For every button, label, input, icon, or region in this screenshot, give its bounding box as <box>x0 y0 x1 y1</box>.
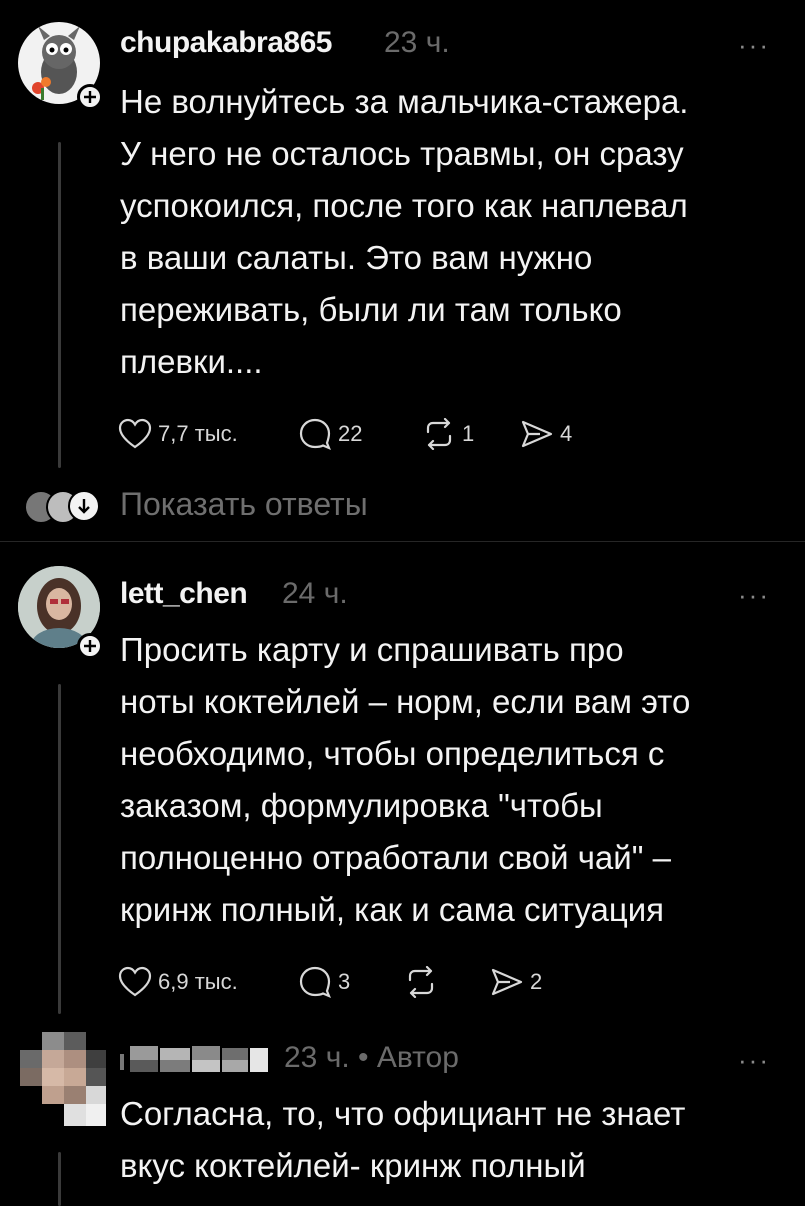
more-options-button[interactable]: ··· <box>738 30 770 61</box>
text-line: ноты коктейлей – норм, если вам это <box>120 683 691 720</box>
plus-icon <box>84 91 96 103</box>
comment-icon <box>299 966 331 998</box>
post-text: Не волнуйтесь за мальчика-стажера. У нег… <box>120 76 800 388</box>
share-count: 2 <box>530 969 543 994</box>
divider <box>0 541 805 542</box>
text-line: заказом, формулировка "чтобы <box>120 787 603 824</box>
comment-count: 22 <box>338 421 363 446</box>
comment-button[interactable]: 3 <box>298 966 404 998</box>
heart-icon <box>118 418 152 449</box>
thread-line <box>58 684 61 1014</box>
username[interactable]: lett_chen <box>120 577 248 611</box>
repost-count: 1 <box>462 421 475 446</box>
blurred-avatar-icon <box>20 1032 106 1126</box>
text-line: кринж полный, как и сама ситуация <box>120 891 665 928</box>
text-line: необходимо, чтобы определиться с <box>120 735 665 772</box>
comment-count: 3 <box>338 969 351 994</box>
text-line: успокоился, после того как наплевал <box>120 187 688 224</box>
username[interactable]: chupakabra865 <box>120 26 332 60</box>
text-line: Не волнуйтесь за мальчика-стажера. <box>120 83 689 120</box>
action-bar: 6,9 тыс. 3 2 <box>118 962 542 1002</box>
heart-icon <box>118 966 152 997</box>
follow-plus-button[interactable] <box>77 633 103 659</box>
pixelated-username-icon <box>120 1046 268 1072</box>
text-line: вкус коктейлей- кринж полный <box>120 1147 586 1184</box>
expand-replies-icon <box>68 490 100 522</box>
repost-button[interactable] <box>404 966 490 998</box>
plus-icon <box>84 640 96 652</box>
thread-line <box>58 1152 61 1206</box>
share-button[interactable]: 2 <box>490 966 542 998</box>
follow-plus-button[interactable] <box>77 84 103 110</box>
text-line: Согласна, то, что официант не знает <box>120 1095 686 1132</box>
replies-avatar-stack[interactable] <box>24 488 100 524</box>
post-text: Согласна, то, что официант не знает вкус… <box>120 1088 804 1192</box>
more-options-button[interactable]: ··· <box>738 1045 770 1076</box>
post-time: 23 ч. <box>384 26 450 59</box>
comment-button[interactable]: 22 <box>298 418 422 450</box>
post-meta: 23 ч. • Автор <box>284 1041 459 1074</box>
text-line: в ваши салаты. Это вам нужно <box>120 239 593 276</box>
like-count: 6,9 тыс. <box>158 969 238 994</box>
repost-button[interactable]: 1 <box>422 418 520 450</box>
send-icon <box>521 420 553 448</box>
show-replies-button[interactable]: Показать ответы <box>120 486 368 523</box>
text-line: переживать, были ли там только <box>120 291 622 328</box>
more-options-button[interactable]: ··· <box>738 580 770 611</box>
send-icon <box>491 968 523 996</box>
share-count: 4 <box>560 421 573 446</box>
like-button[interactable]: 6,9 тыс. <box>118 966 298 998</box>
text-line: У него не осталось травмы, он сразу <box>120 135 684 172</box>
pixelated-avatar[interactable] <box>20 1032 106 1126</box>
text-line: полноценно отработали свой чай" – <box>120 839 671 876</box>
thread-line <box>58 142 61 468</box>
comment-icon <box>299 418 331 450</box>
like-count: 7,7 тыс. <box>158 421 238 446</box>
text-line: Просить карту и спрашивать про <box>120 631 624 668</box>
hidden-username[interactable] <box>120 1044 270 1074</box>
text-line: плевки.... <box>120 343 263 380</box>
action-bar: 7,7 тыс. 22 1 4 <box>118 414 572 454</box>
post-time: 24 ч. <box>282 577 348 610</box>
like-button[interactable]: 7,7 тыс. <box>118 418 298 450</box>
post-text: Просить карту и спрашивать про ноты кокт… <box>120 624 804 936</box>
repost-icon <box>426 418 452 450</box>
share-button[interactable]: 4 <box>520 418 572 450</box>
repost-icon <box>408 966 434 998</box>
